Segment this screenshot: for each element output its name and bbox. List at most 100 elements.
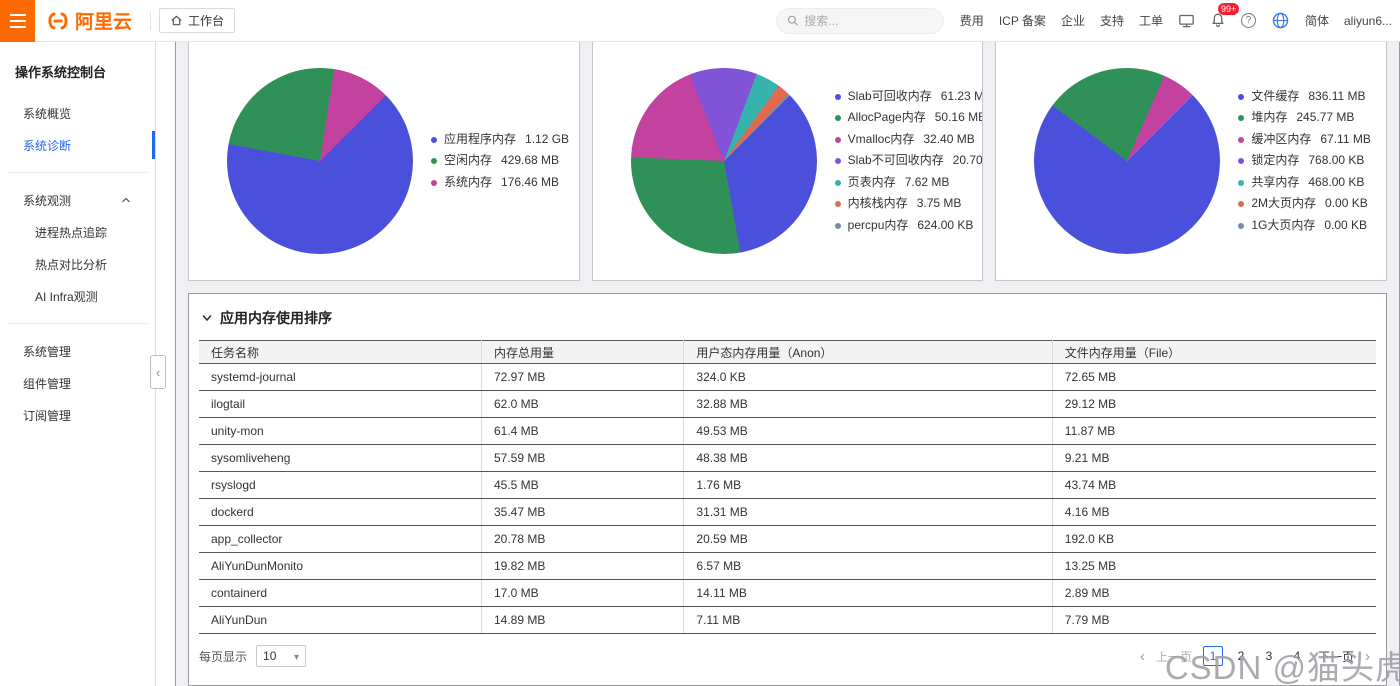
sidebar-item-hotspot-compare[interactable]: 热点对比分析 bbox=[0, 248, 155, 280]
page-size-label: 每页显示 bbox=[199, 649, 248, 664]
legend-item[interactable]: 应用程序内存 1.12 GB bbox=[431, 129, 569, 151]
legend-item[interactable]: 系统内存 176.46 MB bbox=[431, 172, 569, 194]
legend-item[interactable]: Slab不可回收内存 20.70 MB bbox=[834, 150, 983, 172]
nav-link-icp[interactable]: ICP 备案 bbox=[999, 12, 1046, 29]
legend-item[interactable]: 2M大页内存 0.00 KB bbox=[1238, 193, 1371, 215]
legend-item[interactable]: AllocPage内存 50.16 MB bbox=[834, 107, 984, 129]
sidebar-item-label: 系统管理 bbox=[23, 344, 72, 359]
legend-label: 堆内存 bbox=[1251, 110, 1288, 125]
prev-page-chevron-icon[interactable] bbox=[1140, 649, 1145, 664]
legend-value: 429.68 MB bbox=[501, 153, 560, 168]
legend-item[interactable]: 缓冲区内存 67.11 MB bbox=[1238, 129, 1371, 151]
sidebar-divider bbox=[8, 323, 147, 324]
nav-link-enterprise[interactable]: 企业 bbox=[1061, 12, 1085, 29]
language-switch[interactable]: 简体 bbox=[1305, 12, 1329, 29]
legend-value: 20.70 MB bbox=[952, 153, 983, 168]
sidebar-title: 操作系统控制台 bbox=[15, 65, 107, 80]
legend-label: AllocPage内存 bbox=[847, 110, 926, 125]
legend-item[interactable]: 页表内存 7.62 MB bbox=[834, 172, 983, 194]
legend-value: 7.62 MB bbox=[904, 174, 950, 189]
table-row: rsyslogd 45.5 MB 1.76 MB 43.74 MB bbox=[199, 471, 1376, 499]
memory-value-cell: 72.97 MB bbox=[480, 363, 684, 391]
legend-value: 176.46 MB bbox=[501, 174, 560, 189]
legend-dot bbox=[431, 179, 437, 186]
memory-pie-chart bbox=[1034, 68, 1221, 254]
sidebar-item-process-hotspot-trace[interactable]: 进程热点追踪 bbox=[0, 216, 155, 248]
legend-value: 3.75 MB bbox=[916, 196, 962, 211]
sidebar-item-ai-infra-observe[interactable]: AI Infra观测 bbox=[0, 280, 155, 312]
page-size-select[interactable]: 10 bbox=[256, 645, 307, 667]
sidebar-item-subscription-manage[interactable]: 订阅管理 bbox=[0, 399, 155, 431]
app-root: 阿里云 工作台 费用 ICP 备案企业支持工单 bbox=[0, 0, 1400, 686]
legend-item[interactable]: percpu内存 624.00 KB bbox=[834, 215, 983, 237]
table-row: containerd 17.0 MB 14.11 MB 2.89 MB bbox=[199, 579, 1376, 607]
legend-dot bbox=[834, 93, 841, 100]
sidebar-item-system-diagnosis[interactable]: 系统诊断 bbox=[0, 129, 155, 161]
page-button-2[interactable]: 2 bbox=[1231, 646, 1251, 666]
legend-label: 锁定内存 bbox=[1251, 153, 1300, 168]
account-username[interactable]: aliyun6... bbox=[1344, 14, 1392, 28]
memory-value-cell: 19.82 MB bbox=[480, 552, 684, 580]
sidebar-item-system-observe[interactable]: 系统观测 bbox=[0, 184, 155, 216]
legend-dot bbox=[834, 201, 841, 207]
memory-value-cell: 4.16 MB bbox=[1051, 498, 1376, 526]
app-memory-section-header[interactable]: 应用内存使用排序 bbox=[199, 302, 1376, 340]
sidebar-item-system-manage[interactable]: 系统管理 bbox=[0, 335, 155, 367]
legend-item[interactable]: Slab可回收内存 61.23 MB bbox=[834, 86, 982, 108]
legend-item[interactable]: 锁定内存 768.00 KB bbox=[1238, 150, 1371, 172]
legend-label: 页表内存 bbox=[847, 174, 896, 189]
memory-value-cell: 1.76 MB bbox=[683, 471, 1053, 499]
next-page-button[interactable]: 下一页 bbox=[1318, 648, 1354, 665]
legend-item[interactable]: 堆内存 245.77 MB bbox=[1238, 107, 1371, 129]
console-monitor-button[interactable] bbox=[1178, 13, 1195, 29]
memory-value-cell: 48.38 MB bbox=[683, 444, 1053, 472]
table-header-row: 任务名称 内存总用量 用户态内存用量（Anon） 文件内存用量（File） bbox=[199, 340, 1376, 364]
table-header-cell: 任务名称 bbox=[199, 340, 482, 364]
page-button-1[interactable]: 1 bbox=[1202, 646, 1223, 666]
products-menu-button[interactable] bbox=[0, 0, 35, 42]
legend-dot bbox=[834, 115, 841, 121]
sidebar-item-label: 系统概览 bbox=[23, 106, 72, 121]
legend-item[interactable]: 共享内存 468.00 KB bbox=[1238, 172, 1371, 194]
legend-item[interactable]: 内核栈内存 3.75 MB bbox=[834, 193, 983, 215]
nav-link-ticket[interactable]: 工单 bbox=[1139, 12, 1163, 29]
help-button[interactable] bbox=[1240, 13, 1256, 28]
sidebar-item-component-manage[interactable]: 组件管理 bbox=[0, 367, 155, 399]
page-button-4[interactable]: 4 bbox=[1287, 646, 1307, 666]
legend-value: 50.16 MB bbox=[934, 110, 984, 125]
memory-value-cell: 2.89 MB bbox=[1051, 579, 1376, 607]
nav-link-fee[interactable]: 费用 bbox=[960, 12, 984, 29]
memory-value-cell: 9.21 MB bbox=[1051, 444, 1376, 472]
memory-value-cell: 49.53 MB bbox=[683, 417, 1053, 445]
notification-button[interactable]: 99+ bbox=[1210, 3, 1240, 29]
legend-label: Slab不可回收内存 bbox=[847, 153, 944, 168]
aliyun-logo[interactable]: 阿里云 bbox=[35, 7, 142, 34]
sidebar-collapse-button[interactable] bbox=[150, 355, 166, 389]
search-input[interactable] bbox=[804, 13, 933, 28]
sidebar-item-label: AI Infra观测 bbox=[35, 289, 98, 304]
legend-value: 1.12 GB bbox=[525, 131, 570, 146]
region-language-button[interactable] bbox=[1271, 11, 1290, 30]
task-name-cell: AliYunDun bbox=[199, 606, 482, 634]
sidebar-item-system-overview[interactable]: 系统概览 bbox=[0, 97, 155, 129]
legend-item[interactable]: 文件缓存 836.11 MB bbox=[1238, 86, 1371, 108]
legend-item[interactable]: 1G大页内存 0.00 KB bbox=[1238, 215, 1371, 237]
global-search[interactable] bbox=[775, 7, 944, 34]
legend-item[interactable]: 空闲内存 429.68 MB bbox=[431, 150, 569, 172]
app-memory-panel: 应用内存使用排序 任务名称 内存总用量 用户态内存用量（Anon） 文件内存用量（Fi… bbox=[188, 293, 1387, 686]
legend-label: 1G大页内存 bbox=[1251, 217, 1316, 232]
memory-chart-cards: 应用程序内存 1.12 GB 空闲内存 429.68 MB 系统内存 176.46 MB S… bbox=[188, 42, 1388, 281]
table-header-cell: 用户态内存用量（Anon） bbox=[683, 340, 1053, 364]
legend-item[interactable]: Vmalloc内存 32.40 MB bbox=[834, 129, 983, 151]
memory-value-cell: 192.0 KB bbox=[1051, 525, 1376, 553]
page-button-3[interactable]: 3 bbox=[1259, 646, 1279, 666]
next-page-chevron-icon[interactable] bbox=[1365, 649, 1370, 664]
workbench-button[interactable]: 工作台 bbox=[159, 8, 236, 33]
sidebar-item-label: 组件管理 bbox=[23, 376, 72, 391]
prev-page-button[interactable]: 上一页 bbox=[1156, 648, 1192, 665]
pager-pages: 1234 bbox=[1202, 646, 1307, 666]
nav-link-support[interactable]: 支持 bbox=[1100, 12, 1124, 29]
memory-value-cell: 43.74 MB bbox=[1051, 471, 1376, 499]
app-memory-table: 任务名称 内存总用量 用户态内存用量（Anon） 文件内存用量（File） syste… bbox=[199, 340, 1376, 634]
legend-dot bbox=[834, 179, 841, 186]
